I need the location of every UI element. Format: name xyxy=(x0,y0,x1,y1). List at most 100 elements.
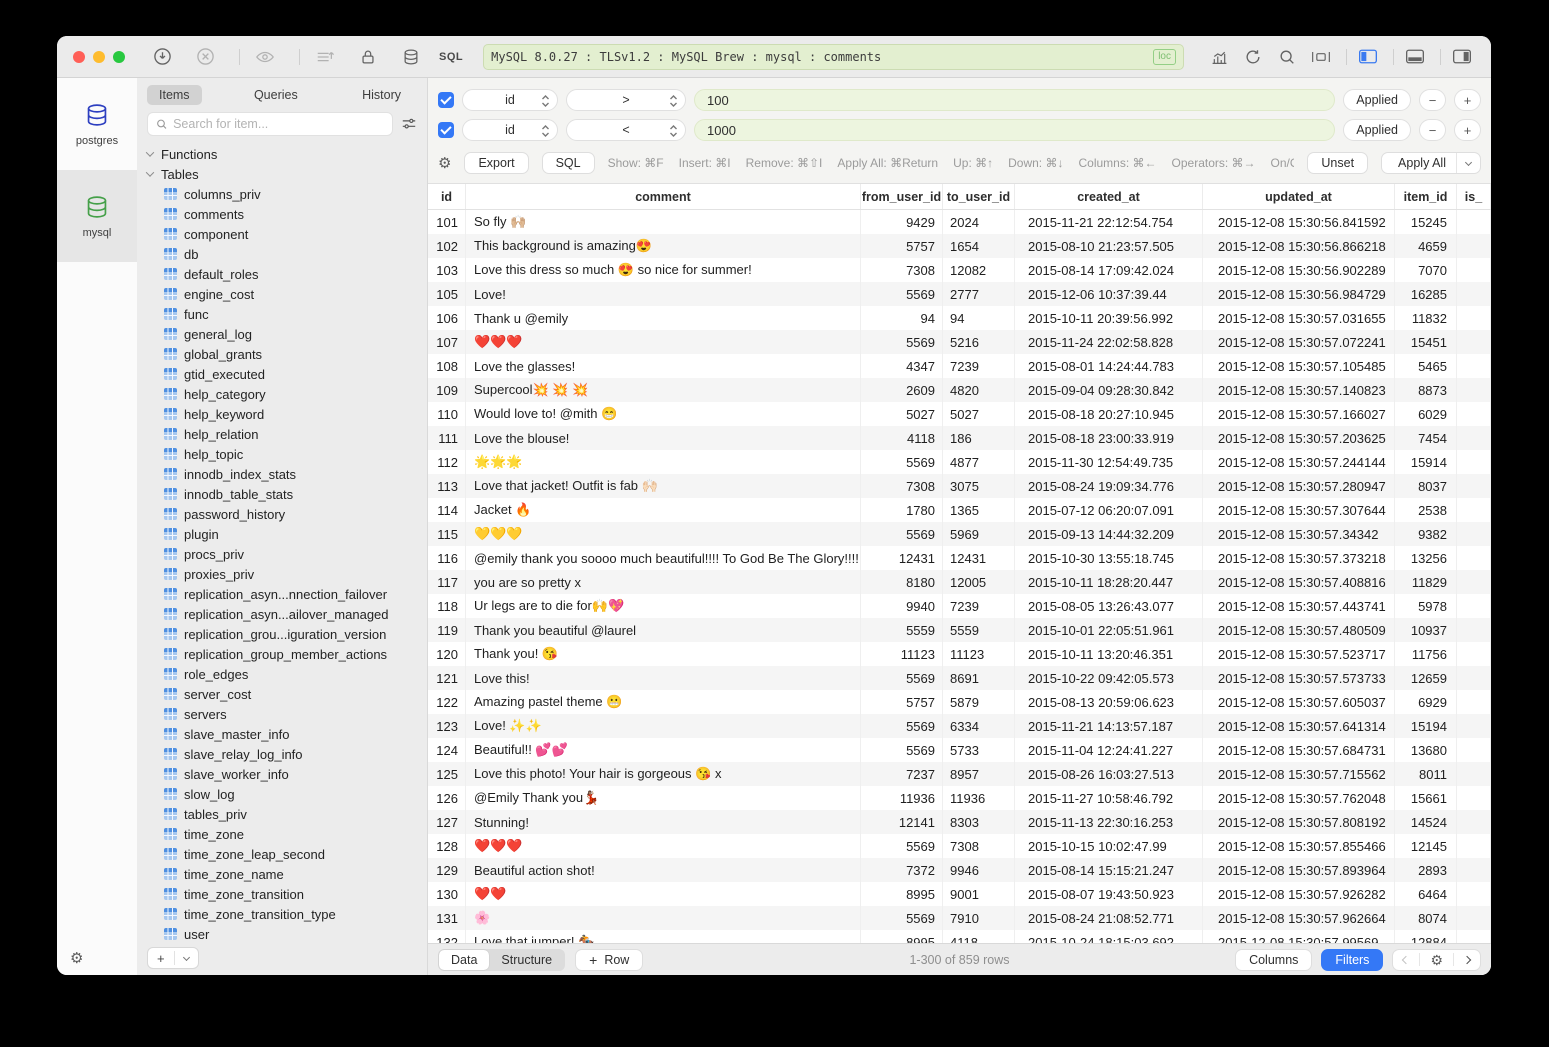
sidebar-table-item[interactable]: role_edges xyxy=(137,664,427,684)
table-row[interactable]: 128❤️❤️❤️556973082015-10-15 10:02:47.992… xyxy=(428,834,1491,858)
table-row[interactable]: 121Love this!556986912015-10-22 09:42:05… xyxy=(428,666,1491,690)
sidebar-table-item[interactable]: innodb_table_stats xyxy=(137,484,427,504)
search-icon[interactable] xyxy=(1272,44,1302,70)
connect-icon[interactable] xyxy=(147,44,177,70)
sidebar-table-item[interactable]: global_grants xyxy=(137,344,427,364)
filter-column-select[interactable]: id xyxy=(462,89,558,111)
table-row[interactable]: 132Love that jumper! 🏇899541182015-10-24… xyxy=(428,930,1491,943)
sidebar-table-item[interactable]: help_relation xyxy=(137,424,427,444)
unset-button[interactable]: Unset xyxy=(1307,152,1368,174)
toggle-right-panel-icon[interactable] xyxy=(1447,44,1477,70)
column-header-to_user_id[interactable]: to_user_id xyxy=(943,184,1015,209)
filter-enabled-checkbox[interactable] xyxy=(438,122,454,138)
filter-value-input[interactable]: 100 xyxy=(694,89,1335,111)
table-row[interactable]: 116@emily thank you soooo much beautiful… xyxy=(428,546,1491,570)
sidebar-table-item[interactable]: innodb_index_stats xyxy=(137,464,427,484)
table-row[interactable]: 110Would love to! @mith 😁502750272015-08… xyxy=(428,402,1491,426)
search-input[interactable] xyxy=(173,117,384,131)
add-filter-button[interactable]: + xyxy=(1454,89,1481,111)
sidebar-table-item[interactable]: replication_group_member_actions xyxy=(137,644,427,664)
page-settings-gear-icon[interactable]: ⚙ xyxy=(1420,953,1453,967)
apply-all-button[interactable]: Apply All xyxy=(1381,152,1481,174)
table-row[interactable]: 124Beautiful!! 💕💕556957332015-11-04 12:2… xyxy=(428,738,1491,762)
sql-button[interactable]: SQL xyxy=(542,152,595,174)
sidebar-table-item[interactable]: time_zone_transition xyxy=(137,884,427,904)
table-row[interactable]: 108Love the glasses!434772392015-08-01 1… xyxy=(428,354,1491,378)
table-row[interactable]: 107❤️❤️❤️556952162015-11-24 22:02:58.828… xyxy=(428,330,1491,354)
sidebar-table-item[interactable]: time_zone_transition_type xyxy=(137,904,427,924)
table-row[interactable]: 127Stunning!1214183032015-11-13 22:30:16… xyxy=(428,810,1491,834)
table-row[interactable]: 131🌸556979102015-08-24 21:08:52.7712015-… xyxy=(428,906,1491,930)
sidebar-table-item[interactable]: tables_priv xyxy=(137,804,427,824)
sidebar-table-item[interactable]: engine_cost xyxy=(137,284,427,304)
sidebar-table-item[interactable]: slow_log xyxy=(137,784,427,804)
sidebar-table-item[interactable]: time_zone_name xyxy=(137,864,427,884)
tab-structure[interactable]: Structure xyxy=(489,950,564,970)
sidebar-table-item[interactable]: gtid_executed xyxy=(137,364,427,384)
remove-filter-button[interactable]: − xyxy=(1419,89,1446,111)
sidebar-table-item[interactable]: server_cost xyxy=(137,684,427,704)
commit-list-icon[interactable] xyxy=(310,44,340,70)
column-header-updated_at[interactable]: updated_at xyxy=(1203,184,1395,209)
table-row[interactable]: 114Jacket 🔥178013652015-07-12 06:20:07.0… xyxy=(428,498,1491,522)
sidebar-table-item[interactable]: plugin xyxy=(137,524,427,544)
applied-button[interactable]: Applied xyxy=(1343,89,1411,111)
applied-button[interactable]: Applied xyxy=(1343,119,1411,141)
plus-icon[interactable]: + xyxy=(148,951,174,966)
filter-column-select[interactable]: id xyxy=(462,119,558,141)
toggle-bottom-panel-icon[interactable] xyxy=(1400,44,1430,70)
filter-value-input[interactable]: 1000 xyxy=(694,119,1335,141)
sidebar-table-item[interactable]: servers xyxy=(137,704,427,724)
export-button[interactable]: Export xyxy=(464,152,528,174)
table-row[interactable]: 111Love the blouse!41181862015-08-18 23:… xyxy=(428,426,1491,450)
table-row[interactable]: 125Love this photo! Your hair is gorgeou… xyxy=(428,762,1491,786)
remove-filter-button[interactable]: − xyxy=(1419,119,1446,141)
toggle-left-panel-icon[interactable] xyxy=(1353,44,1383,70)
chart-icon[interactable] xyxy=(1204,44,1234,70)
minimize-window-button[interactable] xyxy=(93,51,105,63)
zoom-window-button[interactable] xyxy=(113,51,125,63)
filters-button[interactable]: Filters xyxy=(1321,949,1383,971)
connection-postgres[interactable]: postgres xyxy=(57,78,137,170)
sidebar-table-item[interactable]: default_roles xyxy=(137,264,427,284)
tab-items[interactable]: Items xyxy=(147,85,202,105)
sidebar-table-item[interactable]: help_category xyxy=(137,384,427,404)
filter-settings-gear-icon[interactable]: ⚙ xyxy=(438,156,451,171)
column-header-item_id[interactable]: item_id xyxy=(1395,184,1457,209)
add-row-button[interactable]: + Row xyxy=(575,949,643,971)
preview-eye-icon[interactable] xyxy=(250,44,280,70)
table-row[interactable]: 117you are so pretty x8180120052015-10-1… xyxy=(428,570,1491,594)
sidebar-table-item[interactable]: time_zone_leap_second xyxy=(137,844,427,864)
columns-button[interactable]: Columns xyxy=(1235,949,1312,971)
add-filter-button[interactable]: + xyxy=(1454,119,1481,141)
next-page-button[interactable] xyxy=(1454,957,1480,963)
lock-icon[interactable] xyxy=(353,44,383,70)
sidebar-table-item[interactable]: proxies_priv xyxy=(137,564,427,584)
sidebar-table-item[interactable]: help_topic xyxy=(137,444,427,464)
table-row[interactable]: 129Beautiful action shot!737299462015-08… xyxy=(428,858,1491,882)
table-row[interactable]: 106Thank u @emily94942015-10-11 20:39:56… xyxy=(428,306,1491,330)
tab-queries[interactable]: Queries xyxy=(242,85,310,105)
connection-mysql[interactable]: mysql xyxy=(57,170,137,262)
tab-history[interactable]: History xyxy=(350,85,413,105)
table-row[interactable]: 123Love! ✨✨556963342015-11-21 14:13:57.1… xyxy=(428,714,1491,738)
sidebar-table-item[interactable]: user xyxy=(137,924,427,941)
sidebar-table-item[interactable]: slave_worker_info xyxy=(137,764,427,784)
table-row[interactable]: 113Love that jacket! Outfit is fab 🙌🏻730… xyxy=(428,474,1491,498)
refresh-icon[interactable] xyxy=(1238,44,1268,70)
sidebar-table-item[interactable]: help_keyword xyxy=(137,404,427,424)
sidebar-table-item[interactable]: password_history xyxy=(137,504,427,524)
disconnect-icon[interactable] xyxy=(190,44,220,70)
column-header-from_user_id[interactable]: from_user_id xyxy=(861,184,943,209)
filter-operator-select[interactable]: > xyxy=(566,89,686,111)
previous-page-button[interactable] xyxy=(1393,957,1419,963)
table-row[interactable]: 118Ur legs are to die for🙌💖994072392015-… xyxy=(428,594,1491,618)
column-header-created_at[interactable]: created_at xyxy=(1015,184,1203,209)
sidebar-table-item[interactable]: replication_asyn...nnection_failover xyxy=(137,584,427,604)
database-icon[interactable] xyxy=(396,44,426,70)
table-row[interactable]: 109Supercool💥 💥 💥260948202015-09-04 09:2… xyxy=(428,378,1491,402)
sidebar-table-item[interactable]: replication_grou...iguration_version xyxy=(137,624,427,644)
sql-editor-icon[interactable]: SQL xyxy=(439,51,463,63)
table-row[interactable]: 101So fly 🙌🏼942920242015-11-21 22:12:54.… xyxy=(428,210,1491,234)
column-header-id[interactable]: id xyxy=(428,184,466,209)
